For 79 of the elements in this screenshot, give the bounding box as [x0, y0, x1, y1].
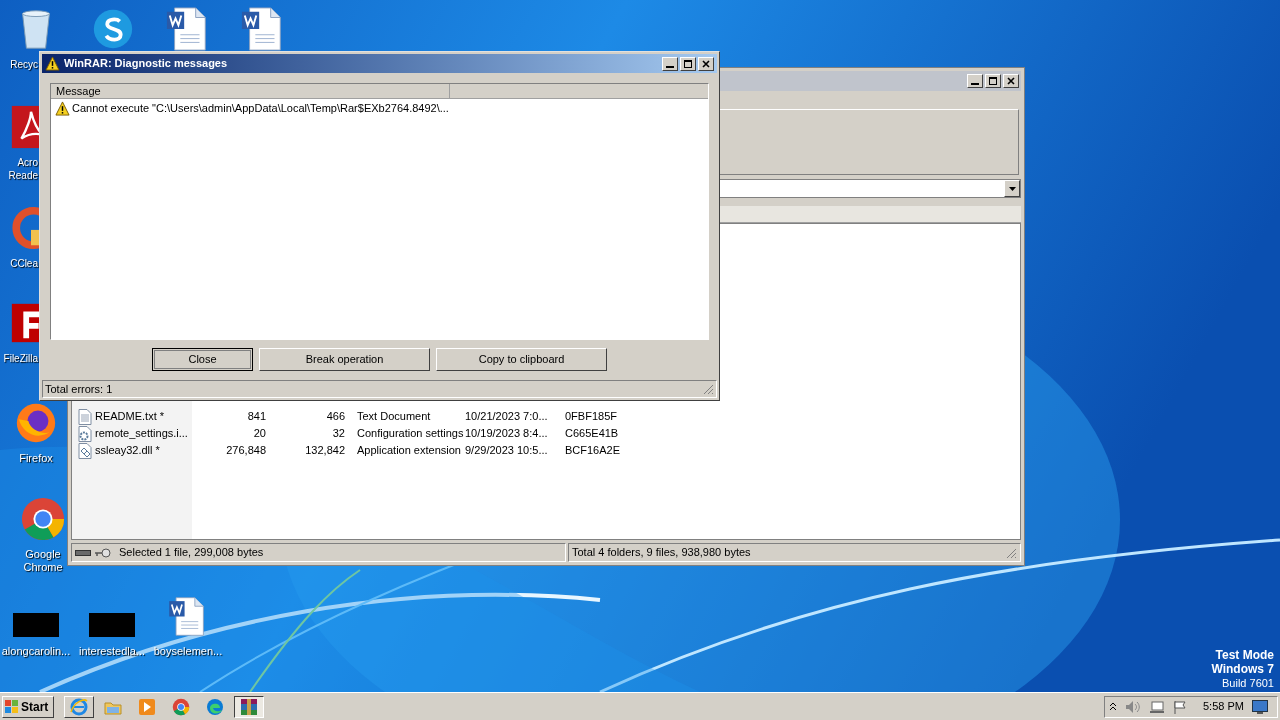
- close-icon: [1007, 77, 1015, 85]
- drive-icon: [75, 548, 91, 557]
- os-info-text: Test Mode: [1215, 648, 1274, 662]
- close-icon: [702, 59, 710, 68]
- window-title: WinRAR: Diagnostic messages: [64, 56, 229, 72]
- resize-grip-icon: [1005, 546, 1017, 559]
- caret-icon: [1008, 186, 1016, 191]
- status-text: Selected 1 file, 299,008 bytes: [119, 545, 264, 561]
- icon-label: boyselemen...: [153, 645, 223, 658]
- thumbnail-icon: [89, 613, 135, 637]
- message-text[interactable]: Cannot execute "C:\Users\admin\AppData\Local\Temp\Rar$EXb2764.8492\...: [72, 99, 449, 117]
- thumbnail-icon: [13, 613, 59, 637]
- windows-logo-icon: [5, 699, 19, 714]
- file-name: README.txt *: [94, 409, 166, 425]
- os-info-text: Build 7601: [1222, 676, 1274, 690]
- dialog-button[interactable]: Break operation: [259, 348, 430, 371]
- maximize-button[interactable]: [680, 56, 696, 71]
- file-type: Text Document: [356, 409, 432, 425]
- icon-label: alongcarolin...: [1, 645, 71, 658]
- file-name: remote_settings.i...: [94, 426, 189, 442]
- flag-icon[interactable]: [1173, 699, 1187, 714]
- packed-size: 132,842: [304, 443, 345, 459]
- file-type: Configuration settings: [356, 426, 465, 442]
- network-icon[interactable]: [1149, 699, 1165, 714]
- media-icon: [138, 697, 156, 716]
- icon-label: interestedla...: [78, 645, 145, 658]
- crc-value: C665E41B: [565, 426, 620, 442]
- minimize-icon: [971, 83, 979, 85]
- file-row[interactable]: README.txt * 841 466 Text Document 10/21/2023 7:0... 0FBF185F: [76, 408, 635, 425]
- status-text: Total errors: 1: [45, 381, 113, 397]
- taskbar-button[interactable]: [234, 695, 264, 718]
- file-size: 276,848: [225, 443, 266, 459]
- chevron-up-icon[interactable]: [1109, 701, 1117, 712]
- dialog-button[interactable]: Copy to clipboard: [436, 348, 607, 371]
- text-file-icon: [78, 408, 92, 425]
- settings-file-icon: [78, 425, 92, 442]
- file-size: 20: [252, 426, 266, 442]
- icon-label: Acro Reade: [7, 156, 38, 182]
- modified-date: 10/19/2023 8:4...: [465, 426, 549, 442]
- maximize-icon: [989, 77, 997, 85]
- icon-label: FileZilla: [2, 352, 38, 365]
- key-icon: [95, 547, 111, 558]
- icon-label: Recyc: [9, 58, 38, 71]
- dropdown-button[interactable]: [1004, 180, 1020, 197]
- icon-label: CClea: [9, 257, 38, 270]
- ie-icon: [70, 697, 88, 716]
- file-row[interactable]: remote_settings.i... 20 32 Configuration settings 10/19/2023 8:4... C665E41B: [76, 425, 635, 442]
- icon-label: Google Chrome: [23, 548, 63, 574]
- chrome-icon: [20, 496, 66, 542]
- file-name: ssleay32.dll *: [94, 443, 161, 459]
- modified-date: 10/21/2023 7:0...: [465, 409, 549, 425]
- clock[interactable]: 5:58 PM: [1203, 698, 1244, 715]
- start-button[interactable]: Start: [2, 695, 54, 718]
- maximize-button[interactable]: [985, 74, 1001, 88]
- show-desktop-icon[interactable]: [1251, 699, 1268, 714]
- close-button[interactable]: [698, 56, 714, 71]
- edge-icon: [206, 697, 224, 716]
- chrome-icon: [172, 697, 190, 716]
- file-type: Application extension: [356, 443, 462, 459]
- warning-icon: [55, 100, 70, 116]
- maximize-icon: [684, 59, 692, 68]
- icon-label: Firefox: [19, 452, 53, 465]
- os-info-text: Windows 7: [1211, 662, 1274, 676]
- packed-size: 32: [331, 426, 345, 442]
- dialog-button[interactable]: Close: [152, 348, 253, 371]
- modified-date: 9/29/2023 10:5...: [465, 443, 549, 459]
- minimize-button[interactable]: [662, 56, 678, 71]
- status-text: Total 4 folders, 9 files, 938,980 bytes: [572, 545, 751, 561]
- crc-value: 0FBF185F: [565, 409, 618, 425]
- file-size: 841: [246, 409, 266, 425]
- winrar-icon: [240, 697, 258, 716]
- dll-file-icon: [78, 442, 92, 459]
- minimize-button[interactable]: [967, 74, 983, 88]
- close-button[interactable]: [1003, 74, 1019, 88]
- crc-value: BCF16A2E: [565, 443, 622, 459]
- packed-size: 466: [325, 409, 345, 425]
- file-row[interactable]: ssleay32.dll * 276,848 132,842 Application extension 9/29/2023 10:5... BCF16A2E: [76, 442, 635, 459]
- warning-icon: [45, 56, 60, 71]
- resize-grip-icon: [702, 383, 714, 395]
